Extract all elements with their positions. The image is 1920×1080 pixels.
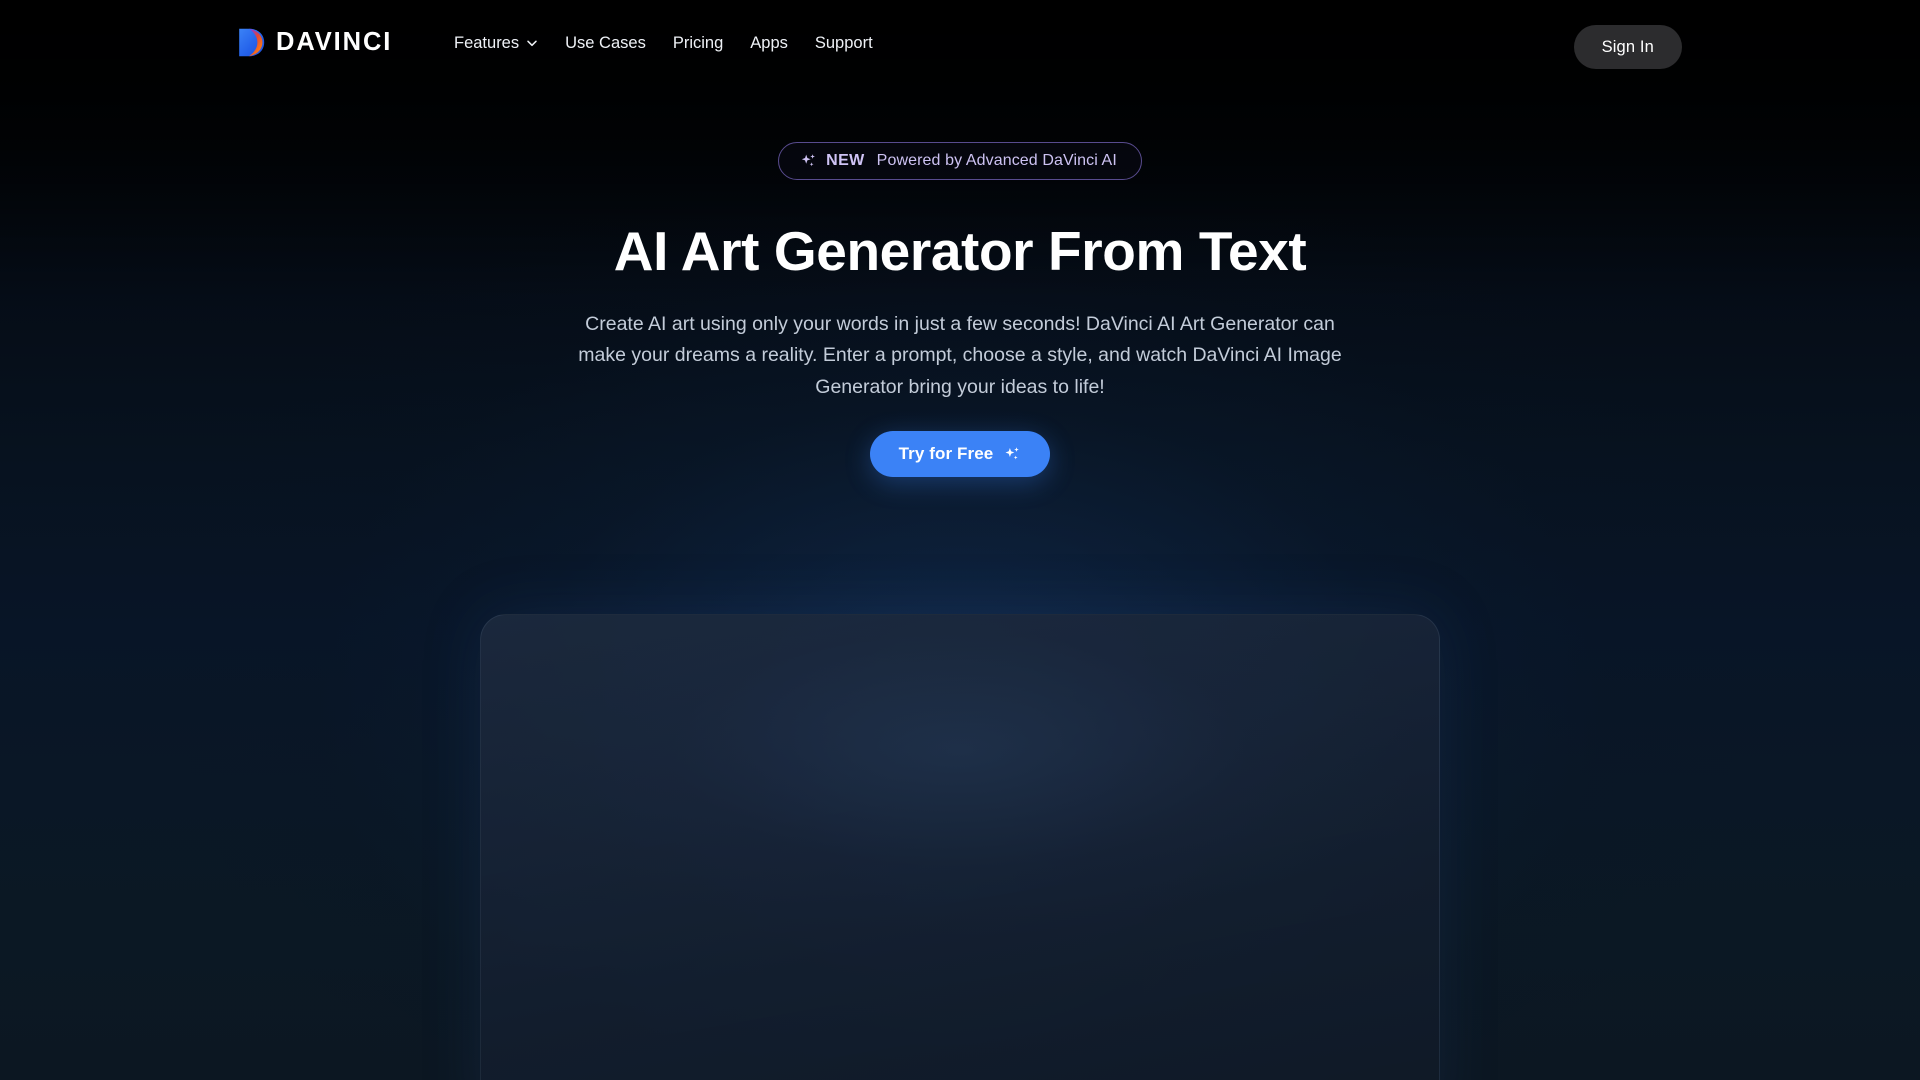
nav-item-apps[interactable]: Apps [748, 31, 790, 56]
try-for-free-button[interactable]: Try for Free [869, 431, 1051, 478]
sparkles-icon [1005, 447, 1020, 460]
main-navigation: Features Use Cases Pricing Apps Support [452, 31, 875, 56]
site-header: DAVINCI Features Use Cases Pricing Apps … [0, 0, 1920, 82]
try-for-free-label: Try for Free [898, 444, 994, 464]
sparkles-icon [801, 153, 816, 166]
badge-description: Powered by Advanced DaVinci AI [876, 152, 1117, 169]
brand-logo-link[interactable]: DAVINCI [238, 28, 392, 57]
nav-item-support[interactable]: Support [813, 31, 875, 56]
nav-item-pricing[interactable]: Pricing [671, 31, 725, 56]
nav-item-use-cases[interactable]: Use Cases [563, 31, 648, 56]
generator-preview-panel[interactable] [480, 614, 1440, 1080]
nav-item-support-label: Support [814, 34, 873, 52]
sign-in-button[interactable]: Sign In [1573, 25, 1682, 69]
hero-subtitle: Create AI art using only your words in j… [578, 312, 1342, 398]
nav-item-features[interactable]: Features [452, 31, 540, 56]
new-feature-badge[interactable]: NEW Powered by Advanced DaVinci AI [778, 142, 1142, 180]
nav-item-use-cases-label: Use Cases [565, 34, 646, 52]
nav-item-features-label: Features [454, 34, 520, 52]
brand-name: DAVINCI [276, 27, 393, 56]
badge-new-tag: NEW [826, 152, 865, 169]
davinci-logo-icon [239, 28, 265, 57]
page-title: AI Art Generator From Text [613, 220, 1307, 282]
nav-item-apps-label: Apps [750, 34, 788, 52]
chevron-down-icon [527, 40, 537, 47]
nav-item-pricing-label: Pricing [672, 34, 724, 52]
preview-inner-glow [481, 615, 1439, 1031]
